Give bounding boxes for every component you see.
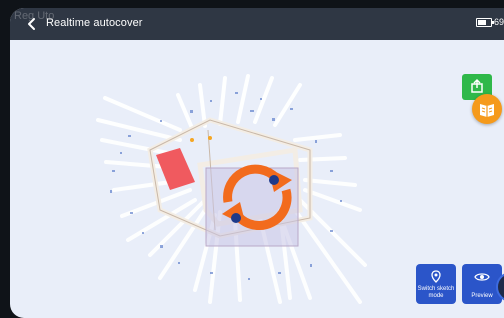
- app-screen: Reg Uto Realtime autocover 69 Switch ske…: [10, 8, 504, 318]
- location-pin-icon: [431, 270, 441, 283]
- guide-button[interactable]: [472, 94, 502, 124]
- battery-percent: 69: [493, 17, 504, 27]
- switch-sketch-mode-button[interactable]: Switch sketch mode: [416, 264, 456, 304]
- switch-sketch-mode-label: Switch sketch mode: [417, 286, 455, 299]
- device-frame: Reg Uto Realtime autocover 69 Switch ske…: [0, 0, 504, 318]
- battery-icon: [475, 17, 494, 27]
- top-bar: Reg Uto Realtime autocover 69: [10, 8, 504, 40]
- book-icon: [480, 104, 494, 117]
- eye-icon: [474, 273, 490, 281]
- chevron-left-icon[interactable]: [24, 16, 40, 32]
- page-title: Realtime autocover: [46, 17, 143, 29]
- preview-label: Preview: [471, 293, 493, 299]
- battery-status: 69: [475, 17, 504, 27]
